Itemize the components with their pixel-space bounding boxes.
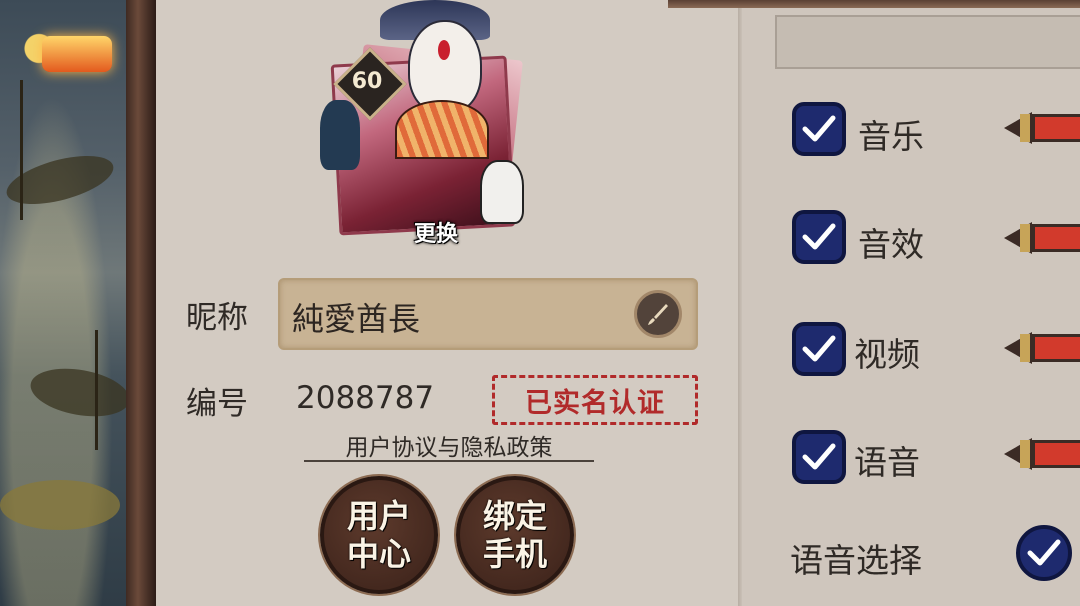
voice-select-label: 语音选择	[790, 541, 922, 580]
slider-fill	[1032, 114, 1080, 142]
id-label: 编号	[186, 386, 248, 422]
music-volume-slider[interactable]	[1004, 110, 1080, 146]
user-center-button[interactable]: 用户 中心	[320, 476, 438, 594]
voice-volume-slider[interactable]	[1004, 436, 1080, 472]
slider-fill	[1032, 224, 1080, 252]
slider-knob	[1020, 440, 1030, 468]
brush-icon	[648, 304, 668, 325]
sfx-label: 音效	[858, 225, 924, 264]
bind-phone-button[interactable]: 绑定 手机	[456, 476, 574, 594]
sfx-volume-slider[interactable]	[1004, 220, 1080, 256]
id-value: 2088787	[296, 380, 435, 416]
puppet-right	[480, 160, 524, 224]
music-label: 音乐	[858, 117, 924, 156]
settings-header-strip	[775, 15, 1080, 69]
voice-label: 语音	[854, 443, 920, 482]
checkmark-icon	[802, 223, 836, 250]
slider-fill	[1032, 440, 1080, 468]
sfx-checkbox[interactable]	[792, 210, 846, 264]
character-fan	[395, 100, 489, 159]
bind-phone-label-1: 绑定	[482, 497, 547, 535]
lotus-leaf-decoration	[0, 480, 120, 530]
event-banner-icon[interactable]	[42, 36, 112, 72]
slider-fill	[1032, 334, 1080, 362]
level-number: 60	[351, 68, 383, 94]
voice-select-radio[interactable]	[1016, 525, 1072, 581]
panel-top-rail	[668, 0, 1080, 8]
avatar-frame[interactable]: 60 更换	[300, 0, 550, 255]
verified-stamp: 已实名认证	[492, 375, 698, 425]
checkmark-icon	[1027, 539, 1061, 566]
voice-checkbox[interactable]	[792, 430, 846, 484]
panel-frame-edge	[126, 0, 156, 606]
slider-knob	[1020, 114, 1030, 142]
bind-phone-label-2: 手机	[482, 535, 547, 573]
nickname-label: 昵称	[186, 300, 248, 336]
background-scene	[0, 0, 134, 606]
checkmark-icon	[802, 443, 836, 470]
lotus-leaf-decoration	[26, 361, 134, 424]
user-center-label-1: 用户	[346, 497, 411, 535]
stem-decoration	[95, 330, 98, 450]
puppet-left	[320, 100, 360, 170]
video-label: 视频	[854, 335, 920, 374]
nickname-value: 純愛酋長	[292, 300, 421, 338]
user-center-label-2: 中心	[346, 535, 411, 573]
checkmark-icon	[802, 115, 836, 142]
slider-knob	[1020, 224, 1030, 252]
video-checkbox[interactable]	[792, 322, 846, 376]
stem-decoration	[20, 80, 23, 220]
edit-nickname-button[interactable]	[634, 290, 682, 338]
slider-knob	[1020, 334, 1030, 362]
music-checkbox[interactable]	[792, 102, 846, 156]
video-volume-slider[interactable]	[1004, 330, 1080, 366]
settings-panel	[742, 0, 1080, 606]
change-avatar-button[interactable]: 更换	[400, 215, 472, 249]
policy-link[interactable]: 用户协议与隐私政策	[304, 428, 594, 462]
checkmark-icon	[802, 335, 836, 362]
nickname-field[interactable]: 純愛酋長	[278, 278, 698, 350]
